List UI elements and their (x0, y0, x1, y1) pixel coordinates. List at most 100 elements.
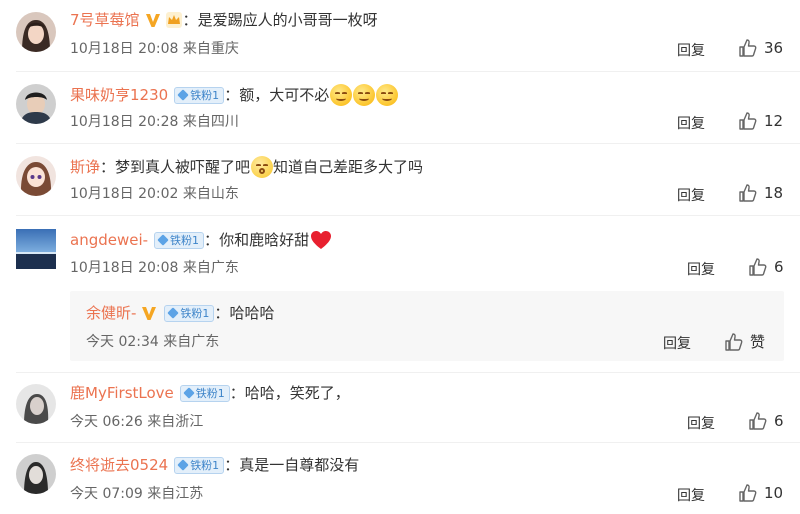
fan-badge: 铁粉1 (179, 384, 230, 402)
like-button[interactable]: 36 (738, 38, 783, 58)
comment-meta: 10月18日 20:08 来自重庆 (70, 40, 239, 58)
comment-meta: 10月18日 20:28 来自四川 (70, 113, 239, 131)
comment-location: 来自四川 (182, 114, 239, 130)
diamond-icon (177, 459, 189, 471)
comment-line: 7号草莓馆 ： 是爱踢应人的小哥哥一枚呀 (70, 10, 378, 30)
username-link[interactable]: 终将逝去0524 (70, 455, 168, 475)
smile-emoji-icon (376, 84, 399, 106)
heart-emoji-icon (310, 230, 332, 250)
like-button[interactable]: 18 (738, 183, 783, 203)
thumbs-up-icon (739, 112, 757, 130)
comment-item: 鹿MyFirstLove 铁粉1 ： 哈哈，笑死了， 今天 06:26 来自浙江… (0, 373, 800, 443)
comment-location: 来自山东 (182, 186, 239, 202)
reply-button[interactable]: 回复 (677, 485, 705, 505)
username-link[interactable]: 斯诤 (70, 157, 100, 177)
like-count: 36 (764, 39, 784, 57)
smile-emoji-icon (353, 84, 376, 106)
comment-meta: 今天 06:26 来自浙江 (70, 413, 203, 431)
v-badge-icon (140, 304, 158, 322)
comment-text: 是爱踢应人的小哥哥一枚呀 (197, 11, 378, 29)
diamond-icon (157, 234, 169, 246)
comment-item: 斯诤 ： 梦到真人被吓醒了吧 知道自己差距多大了吗 10月18日 20:02 来… (0, 144, 800, 216)
sub-reply-line: 余健昕- 铁粉1 ： 哈哈哈 (86, 303, 274, 323)
colon: ： (224, 456, 240, 474)
diamond-icon (183, 387, 195, 399)
thumbs-up-icon (749, 412, 767, 430)
like-button[interactable]: 12 (738, 111, 783, 131)
reply-button[interactable]: 回复 (687, 413, 715, 433)
avatar[interactable] (16, 84, 56, 124)
avatar[interactable] (16, 156, 56, 196)
fan-badge: 铁粉1 (174, 86, 225, 104)
comment-line: 终将逝去0524 铁粉1 ： 真是一自尊都没有 (70, 455, 359, 475)
comment-time: 今天 07:09 (70, 486, 143, 502)
wow-emoji-icon (251, 156, 274, 178)
comment-item: 果味奶亨1230 铁粉1 ： 额，大可不必 10月18日 20:28 来自四川 … (0, 72, 800, 144)
avatar[interactable] (16, 454, 56, 494)
comment-item: 7号草莓馆 ： 是爱踢应人的小哥哥一枚呀 10月18日 20:08 来自重庆 回… (0, 0, 800, 72)
like-button[interactable]: 6 (748, 257, 784, 277)
reply-button[interactable]: 回复 (677, 185, 705, 205)
comment-time: 10月18日 20:08 (70, 260, 179, 276)
colon: ： (229, 384, 245, 402)
username-link[interactable]: angdewei- (70, 230, 148, 250)
smile-emoji-icon (330, 84, 353, 106)
comment-text-continued: 知道自己差距多大了吗 (273, 158, 424, 176)
colon: ： (224, 86, 240, 104)
diamond-icon (167, 307, 180, 319)
fan-badge-label: 铁粉1 (195, 386, 225, 400)
comment-meta: 今天 07:09 来自江苏 (70, 485, 203, 503)
thumbs-up-icon (739, 39, 757, 57)
colon: ： (182, 11, 198, 29)
username-link[interactable]: 果味奶亨1230 (70, 85, 168, 105)
avatar-image (16, 84, 56, 124)
comment-time: 10月18日 20:08 (70, 41, 179, 57)
reply-button[interactable]: 回复 (663, 333, 691, 353)
fan-badge-label: 铁粉1 (190, 458, 220, 472)
username-link[interactable]: 余健昕- (86, 303, 136, 323)
comment-location: 来自浙江 (147, 414, 204, 430)
comment-time: 10月18日 20:28 (70, 114, 179, 130)
avatar-image (16, 229, 56, 269)
fan-badge: 铁粉1 (154, 231, 205, 249)
avatar-image (16, 12, 56, 52)
avatar-image (16, 454, 56, 494)
avatar[interactable] (16, 12, 56, 52)
fan-badge-label: 铁粉1 (180, 306, 210, 320)
avatar-image (16, 156, 56, 196)
like-count: 6 (774, 412, 784, 430)
fan-badge-label: 铁粉1 (170, 233, 200, 247)
reply-button[interactable]: 回复 (677, 113, 705, 133)
reply-button[interactable]: 回复 (677, 40, 705, 60)
comment-line: 果味奶亨1230 铁粉1 ： 额，大可不必 (70, 84, 399, 106)
comment-text: 真是一自尊都没有 (239, 456, 360, 474)
comment-time: 10月18日 20:02 (70, 186, 179, 202)
thumbs-up-icon (739, 184, 757, 202)
comment-item: 终将逝去0524 铁粉1 ： 真是一自尊都没有 今天 07:09 来自江苏 回复… (0, 443, 800, 514)
thumbs-up-icon (749, 258, 767, 276)
comment-location: 来自江苏 (147, 486, 204, 502)
comment-location: 来自重庆 (182, 41, 239, 57)
fan-badge-label: 铁粉1 (190, 88, 220, 102)
like-label: 赞 (750, 333, 766, 351)
comment-line: 鹿MyFirstLove 铁粉1 ： 哈哈，笑死了， (70, 383, 350, 403)
comment-text: 你和鹿晗好甜 (219, 231, 310, 249)
username-link[interactable]: 鹿MyFirstLove (70, 383, 174, 403)
diamond-icon (177, 89, 189, 101)
reply-time: 今天 02:34 (86, 334, 159, 350)
comment-line: 斯诤 ： 梦到真人被吓醒了吧 知道自己差距多大了吗 (70, 156, 423, 178)
colon: ： (204, 231, 220, 249)
colon: ： (100, 158, 116, 176)
avatar-image (16, 384, 56, 424)
thumbs-up-icon (725, 332, 743, 351)
reply-button[interactable]: 回复 (687, 259, 715, 279)
username-link[interactable]: 7号草莓馆 (70, 10, 140, 30)
sub-reply: 余健昕- 铁粉1 ： 哈哈哈 今天 02:34 来自广东 回复 赞 (70, 291, 784, 361)
like-button[interactable]: 10 (738, 483, 783, 503)
comment-text: 额，大可不必 (239, 86, 330, 104)
avatar[interactable] (16, 384, 56, 424)
like-button[interactable]: 赞 (724, 331, 765, 352)
comment-meta: 10月18日 20:08 来自广东 (70, 259, 239, 277)
like-button[interactable]: 6 (748, 411, 784, 431)
avatar[interactable] (16, 229, 56, 269)
